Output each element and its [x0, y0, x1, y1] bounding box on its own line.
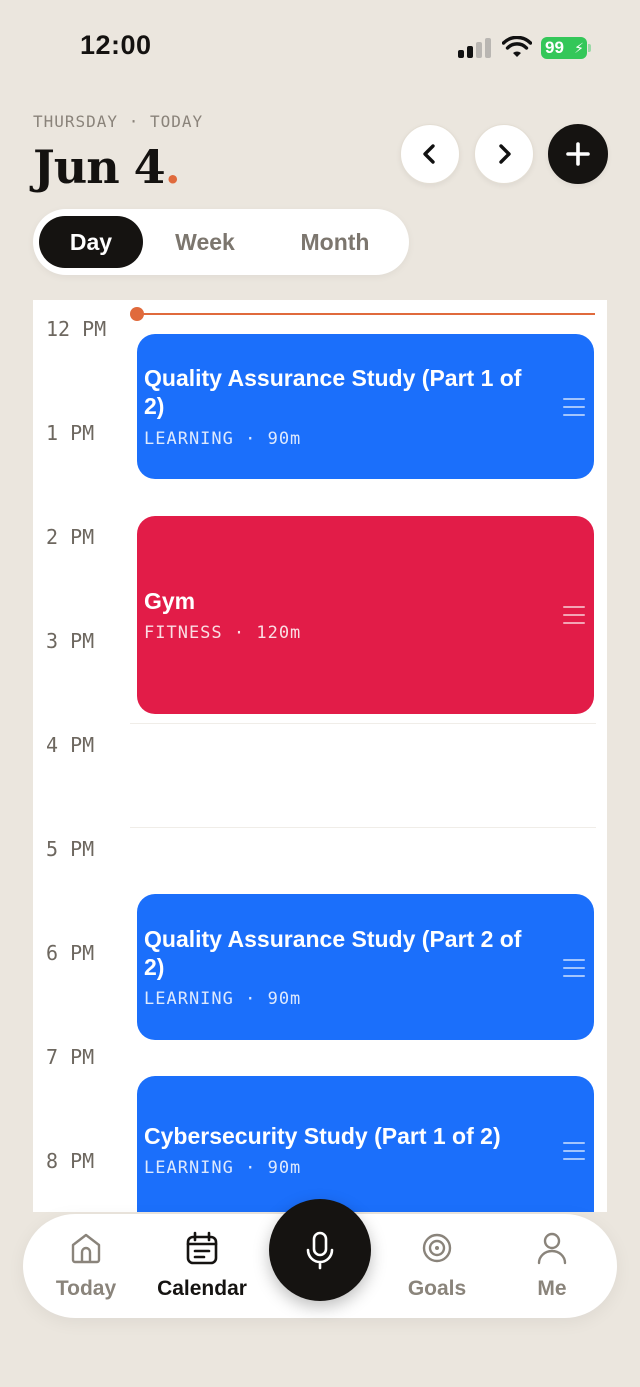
- calendar-icon: [186, 1231, 218, 1265]
- nav-calendar-label: Calendar: [157, 1277, 247, 1300]
- nav-me-label: Me: [537, 1277, 567, 1300]
- drag-handle-icon[interactable]: [563, 959, 585, 977]
- next-day-button[interactable]: [474, 124, 534, 184]
- battery-level: 99: [545, 38, 564, 57]
- event-meta: LEARNING · 90m: [144, 1158, 302, 1178]
- tab-month[interactable]: Month: [273, 216, 397, 268]
- nav-today-label: Today: [55, 1277, 117, 1300]
- drag-handle-icon[interactable]: [563, 1142, 585, 1160]
- hour-label: 8 PM: [46, 1149, 95, 1173]
- cellular-signal-icon: [458, 38, 492, 58]
- calendar-header: THURSDAY · TODAY Jun 4. Day Week Month: [0, 96, 640, 300]
- microphone-icon: [306, 1231, 334, 1270]
- battery-indicator: 99 ⚡: [541, 37, 591, 59]
- tab-day[interactable]: Day: [39, 216, 143, 268]
- home-icon: [71, 1233, 101, 1264]
- hour-label: 4 PM: [46, 733, 95, 757]
- day-label: THURSDAY · TODAY: [33, 112, 204, 131]
- current-time-line: [137, 313, 595, 315]
- hour-label: 7 PM: [46, 1045, 95, 1069]
- hour-label: 2 PM: [46, 525, 95, 549]
- voice-input-button[interactable]: [269, 1199, 371, 1301]
- event-meta: LEARNING · 90m: [144, 429, 302, 449]
- status-bar: 12:00 99 ⚡: [0, 0, 640, 96]
- target-icon: [422, 1233, 452, 1263]
- hour-label: 12 PM: [46, 317, 107, 341]
- add-event-button[interactable]: [548, 124, 608, 184]
- date-accent-dot: .: [164, 140, 181, 194]
- drag-handle-icon[interactable]: [563, 398, 585, 416]
- nav-calendar[interactable]: Calendar: [147, 1230, 257, 1301]
- hour-label: 3 PM: [46, 629, 95, 653]
- hour-divider: [130, 723, 596, 724]
- drag-handle-icon[interactable]: [563, 606, 585, 624]
- event-card[interactable]: Quality Assurance Study (Part 1 of 2) LE…: [137, 334, 594, 479]
- nav-me[interactable]: Me: [497, 1230, 607, 1301]
- chevron-right-icon: [499, 144, 511, 164]
- view-switcher: Day Week Month: [33, 209, 409, 275]
- hour-label: 1 PM: [46, 421, 95, 445]
- event-title: Cybersecurity Study (Part 1 of 2): [144, 1123, 501, 1149]
- nav-goals-label: Goals: [407, 1277, 467, 1300]
- event-title: Quality Assurance Study (Part 1 of 2): [144, 365, 522, 419]
- page-title: Jun 4.: [33, 140, 181, 194]
- person-icon: [537, 1232, 567, 1265]
- hour-label: 6 PM: [46, 941, 95, 965]
- plus-icon: [566, 142, 590, 166]
- event-card[interactable]: Cybersecurity Study (Part 1 of 2) LEARNI…: [137, 1076, 594, 1212]
- event-meta: FITNESS · 120m: [144, 623, 302, 643]
- hour-divider: [130, 827, 596, 828]
- date-text: Jun 4: [33, 140, 166, 194]
- event-card[interactable]: Quality Assurance Study (Part 2 of 2) LE…: [137, 894, 594, 1040]
- status-time: 12:00: [80, 30, 152, 60]
- previous-day-button[interactable]: [400, 124, 460, 184]
- chevron-left-icon: [423, 144, 435, 164]
- nav-goals[interactable]: Goals: [382, 1230, 492, 1301]
- event-title: Quality Assurance Study (Part 2 of 2): [144, 926, 522, 980]
- hour-label: 5 PM: [46, 837, 95, 861]
- day-timeline[interactable]: 12 PM 1 PM 2 PM 3 PM 4 PM 5 PM 6 PM 7 PM…: [33, 300, 607, 1212]
- event-title: Gym: [144, 588, 196, 614]
- tab-week[interactable]: Week: [151, 216, 259, 268]
- current-time-dot: [130, 307, 144, 321]
- nav-today[interactable]: Today: [31, 1230, 141, 1301]
- event-meta: LEARNING · 90m: [144, 989, 302, 1009]
- event-card[interactable]: Gym FITNESS · 120m: [137, 516, 594, 714]
- wifi-icon: [502, 36, 532, 57]
- charging-icon: ⚡: [574, 40, 584, 56]
